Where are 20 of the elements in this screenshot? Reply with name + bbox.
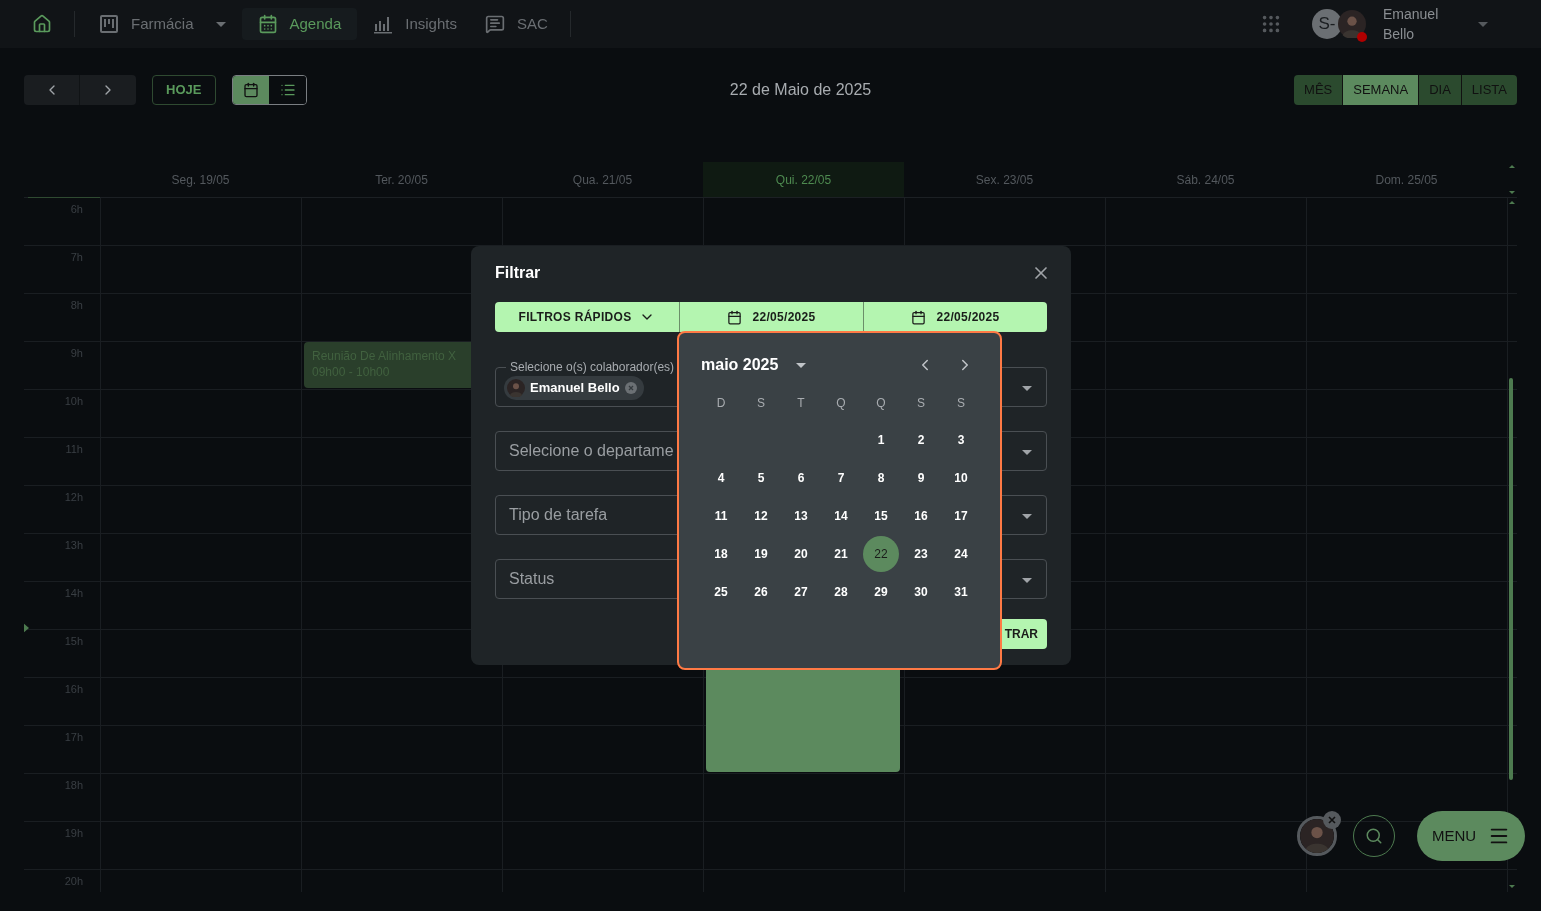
weekday-label: S (956, 395, 966, 412)
user-name: Emanuel Bello (1383, 5, 1440, 44)
day-header: Qui. 22/05 (703, 162, 904, 197)
day-header: Sex. 23/05 (974, 171, 1035, 189)
field-label: Selecione o(s) colaborador(es) (506, 360, 679, 374)
day-header: Ter. 20/05 (374, 171, 429, 189)
month-label: maio 2025 (701, 355, 779, 375)
weekday-label: S (756, 395, 766, 412)
date-title: 22 de Maio de 2025 (729, 80, 872, 100)
dialog-title: Filtrar (495, 263, 541, 283)
weekday-label: D (715, 395, 727, 412)
day-header: Dom. 25/05 (1374, 171, 1439, 189)
weekday-label: T (796, 395, 806, 412)
day-header: Sáb. 24/05 (1175, 171, 1236, 189)
day-header: Qua. 21/05 (571, 171, 634, 189)
initials-avatar: S- (1312, 9, 1342, 39)
weekday-label: Q (835, 395, 847, 412)
weekday-label: S (916, 395, 926, 412)
day-header: Seg. 19/05 (170, 171, 231, 189)
weekday-label: Q (875, 395, 887, 412)
